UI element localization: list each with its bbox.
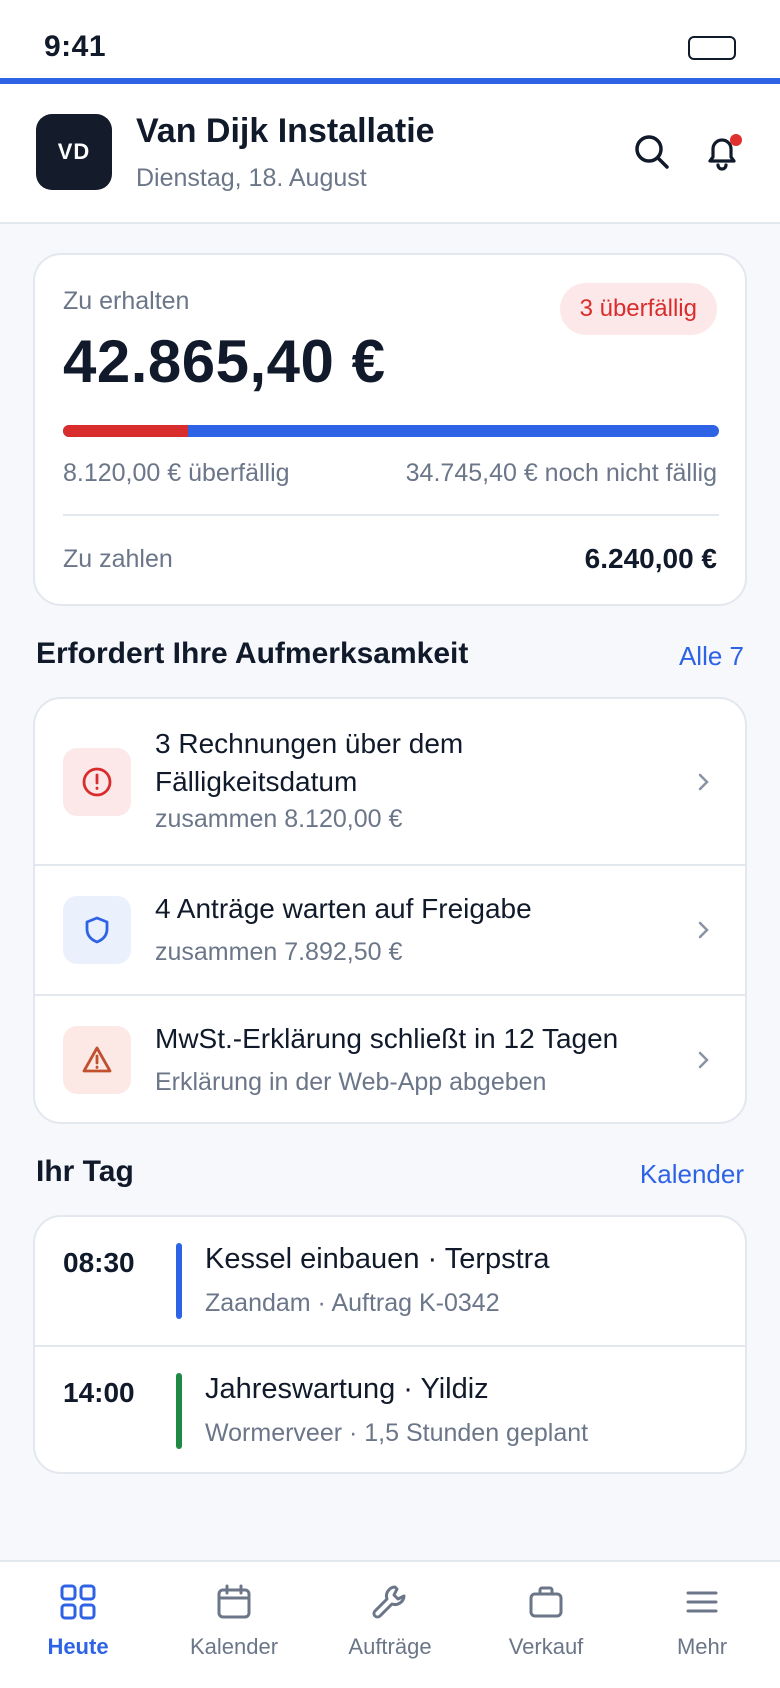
warning-triangle-icon bbox=[63, 1026, 131, 1094]
list-item-title: 3 Rechnungen über dem Fälligkeitsdatum bbox=[155, 728, 464, 797]
event-color-bar bbox=[176, 1373, 182, 1449]
briefcase-icon bbox=[529, 1586, 563, 1618]
event-time: 08:30 bbox=[63, 1247, 135, 1278]
nav-label: Heute bbox=[47, 1634, 109, 1659]
current-date: Dienstag, 18. August bbox=[136, 164, 367, 192]
day-events-list: 08:30 Kessel einbauen · Terpstra Zaandam… bbox=[33, 1215, 747, 1474]
grid-icon bbox=[60, 1584, 96, 1620]
event-color-bar bbox=[176, 1243, 182, 1319]
nav-label: Kalender bbox=[189, 1634, 279, 1659]
calendar-link[interactable]: Kalender bbox=[640, 1159, 744, 1190]
company-name: Van Dijk Installatie bbox=[136, 112, 435, 150]
nav-item-auftraege[interactable]: Aufträge bbox=[312, 1562, 468, 1688]
list-item-subtitle: zusammen 8.120,00 € bbox=[155, 805, 403, 833]
nav-item-mehr[interactable]: Mehr bbox=[624, 1562, 780, 1688]
wrench-icon bbox=[372, 1585, 406, 1619]
list-item[interactable]: MwSt.-Erklärung schließt in 12 Tagen Erk… bbox=[35, 994, 745, 1124]
nav-item-heute[interactable]: Heute bbox=[0, 1562, 156, 1688]
day-section-title: Ihr Tag bbox=[36, 1155, 134, 1188]
attention-all-link[interactable]: Alle 7 bbox=[679, 641, 744, 672]
attention-section-title: Erfordert Ihre Aufmerksamkeit bbox=[36, 637, 469, 670]
event-time: 14:00 bbox=[63, 1377, 135, 1408]
attention-list: 3 Rechnungen über dem Fälligkeitsdatum z… bbox=[33, 697, 747, 1124]
bottom-navigation: Heute Kalender Aufträge Verkauf Mehr bbox=[0, 1560, 780, 1688]
avatar[interactable]: VD bbox=[36, 114, 112, 190]
list-item-title: MwSt.-Erklärung schließt in 12 Tagen bbox=[155, 1023, 619, 1054]
calendar-event[interactable]: 08:30 Kessel einbauen · Terpstra Zaandam… bbox=[35, 1217, 745, 1345]
event-subtitle: Wormerveer · 1,5 Stunden geplant bbox=[205, 1419, 589, 1447]
list-item-subtitle: zusammen 7.892,50 € bbox=[155, 938, 403, 966]
app-header: VD Van Dijk Installatie Dienstag, 18. Au… bbox=[0, 84, 780, 224]
calendar-icon bbox=[217, 1584, 251, 1619]
nav-label: Verkauf bbox=[508, 1634, 584, 1659]
chevron-right-icon bbox=[698, 921, 709, 939]
event-title: Jahreswartung · Yildiz bbox=[205, 1373, 489, 1405]
notification-dot bbox=[730, 134, 742, 146]
status-bar: 9:41 bbox=[0, 0, 780, 78]
payable-label: Zu zahlen bbox=[63, 545, 173, 573]
receivable-progress-bar bbox=[63, 425, 719, 437]
list-item[interactable]: 4 Anträge warten auf Freigabe zusammen 7… bbox=[35, 864, 745, 994]
nav-label: Mehr bbox=[676, 1634, 728, 1659]
nav-item-kalender[interactable]: Kalender bbox=[156, 1562, 312, 1688]
receivable-label: Zu erhalten bbox=[63, 287, 190, 315]
search-icon[interactable] bbox=[630, 130, 674, 174]
receivables-card[interactable]: Zu erhalten 42.865,40 € 3 überfällig 8.1… bbox=[33, 253, 747, 606]
event-title: Kessel einbauen · Terpstra bbox=[205, 1243, 550, 1275]
alert-circle-icon bbox=[63, 748, 131, 816]
status-time: 9:41 bbox=[44, 30, 107, 63]
overdue-badge[interactable]: 3 überfällig bbox=[559, 283, 717, 335]
bell-icon[interactable] bbox=[700, 130, 744, 174]
calendar-event[interactable]: 14:00 Jahreswartung · Yildiz Wormerveer … bbox=[35, 1345, 745, 1473]
list-item[interactable]: 3 Rechnungen über dem Fälligkeitsdatum z… bbox=[35, 699, 745, 864]
shield-icon bbox=[63, 896, 131, 964]
payable-amount: 6.240,00 € bbox=[584, 543, 717, 574]
battery-icon bbox=[688, 36, 736, 60]
list-item-subtitle: Erklärung in der Web-App abgeben bbox=[155, 1068, 547, 1096]
not-due-label: 34.745,40 € noch nicht fällig bbox=[405, 459, 717, 487]
overdue-amount-label: 8.120,00 € überfällig bbox=[63, 459, 290, 487]
chevron-right-icon bbox=[698, 773, 709, 791]
menu-icon bbox=[686, 1591, 718, 1613]
divider bbox=[63, 514, 719, 516]
overdue-fill bbox=[63, 425, 188, 437]
nav-item-verkauf[interactable]: Verkauf bbox=[468, 1562, 624, 1688]
event-subtitle: Zaandam · Auftrag K-0342 bbox=[205, 1289, 500, 1317]
chevron-right-icon bbox=[698, 1051, 709, 1069]
nav-label: Aufträge bbox=[348, 1634, 432, 1659]
list-item-title: 4 Anträge warten auf Freigabe bbox=[155, 893, 532, 924]
receivable-amount: 42.865,40 € bbox=[63, 328, 386, 395]
